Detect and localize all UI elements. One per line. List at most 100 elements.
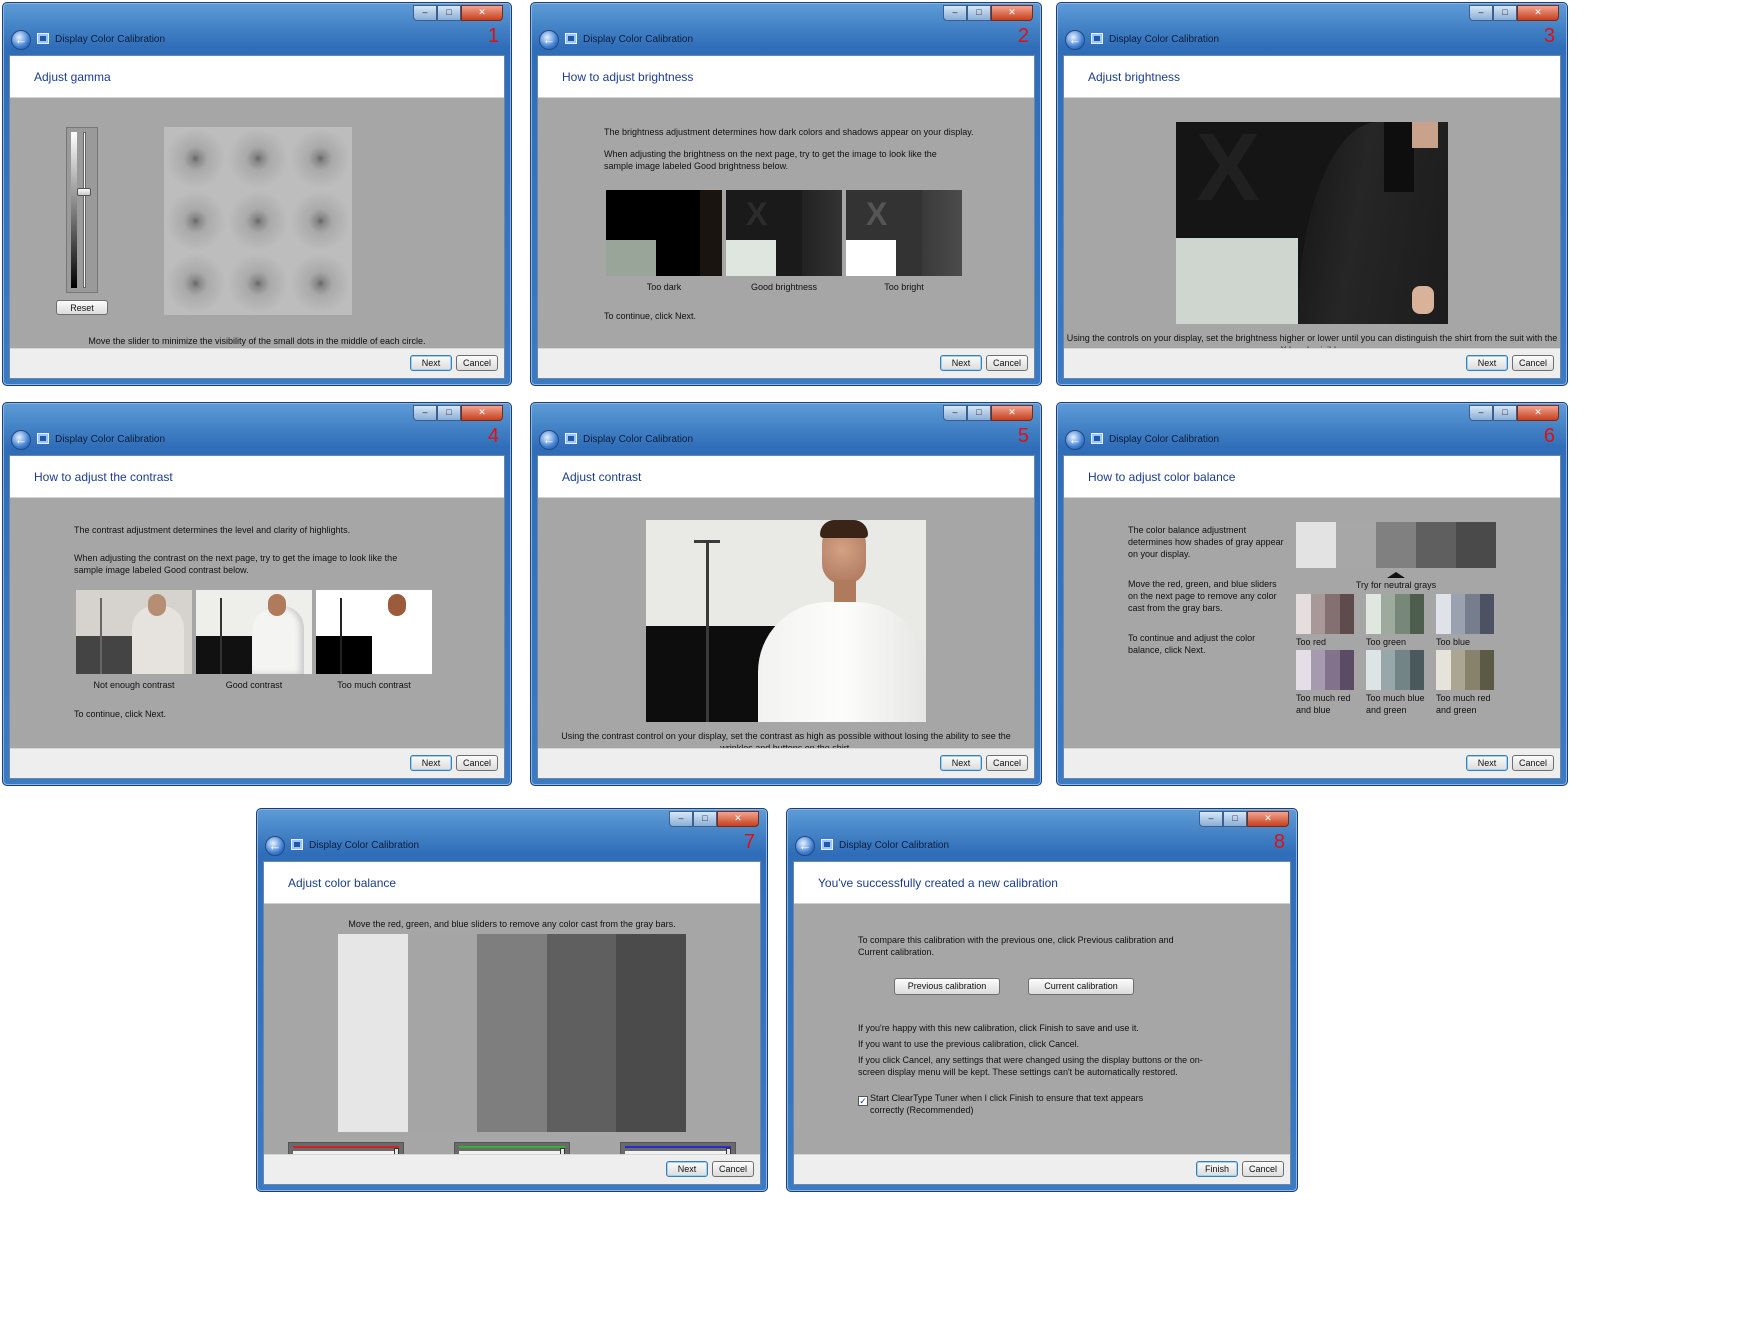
sample-face [268,594,286,616]
close-icon[interactable]: ✕ [991,405,1033,421]
image-neck [1412,122,1438,148]
back-arrow-icon[interactable]: ← [265,836,285,856]
image-pole-top [694,540,720,543]
swatch-too-blue [1436,594,1494,634]
swatch-caption: Too much red and green [1436,693,1491,715]
next-button[interactable]: Next [410,755,452,771]
maximize-icon[interactable]: □ [1493,405,1517,421]
sample-caption: Too dark [646,282,682,292]
window-title: Display Color Calibration [839,840,950,851]
minimize-icon[interactable]: – [1469,405,1493,421]
close-icon[interactable]: ✕ [717,811,759,827]
maximize-icon[interactable]: □ [1493,5,1517,21]
maximize-icon[interactable]: □ [967,5,991,21]
guidance-text: When adjusting the contrast on the next … [74,553,398,575]
image-shirt [1384,122,1414,192]
back-arrow-icon[interactable]: ← [539,430,559,450]
next-button[interactable]: Next [1466,755,1508,771]
sample-pole [340,598,342,674]
reset-button[interactable]: Reset [56,300,108,315]
close-icon[interactable]: ✕ [1517,5,1559,21]
current-calibration-button[interactable]: Current calibration [1028,978,1134,995]
gamma-dot-circle [164,252,227,315]
back-arrow-icon[interactable]: ← [1065,30,1085,50]
finish-button[interactable]: Finish [1196,1161,1238,1177]
sample-suit [700,190,722,276]
previous-calibration-button[interactable]: Previous calibration [894,978,1000,995]
swatch-too-green [1366,594,1424,634]
gamma-dot-circle [289,252,352,315]
minimize-icon[interactable]: – [1199,811,1223,827]
page-title: How to adjust brightness [562,70,694,84]
cancel-button[interactable]: Cancel [1242,1161,1284,1177]
minimize-icon[interactable]: – [669,811,693,827]
minimize-icon[interactable]: – [413,5,437,21]
footer: Next Cancel [264,1154,760,1184]
next-button[interactable]: Next [940,755,982,771]
cancel-button[interactable]: Cancel [1512,355,1554,371]
cancel-button[interactable]: Cancel [986,355,1028,371]
sample-too-much-contrast [316,590,432,674]
close-icon[interactable]: ✕ [991,5,1033,21]
maximize-icon[interactable]: □ [437,405,461,421]
image-pole [706,540,709,722]
step-number: 8 [1273,831,1285,853]
maximize-icon[interactable]: □ [693,811,717,827]
swatch-stripe [1450,650,1465,690]
cancel-button[interactable]: Cancel [986,755,1028,771]
next-button[interactable]: Next [666,1161,708,1177]
back-arrow-icon[interactable]: ← [11,430,31,450]
back-arrow-icon[interactable]: ← [795,836,815,856]
minimize-icon[interactable]: – [1469,5,1493,21]
maximize-icon[interactable]: □ [967,405,991,421]
next-button[interactable]: Next [410,355,452,371]
swatch-stripe [1296,594,1311,634]
next-button[interactable]: Next [940,355,982,371]
close-icon[interactable]: ✕ [1247,811,1289,827]
back-arrow-icon[interactable]: ← [539,30,559,50]
instruction-text: Move the red, green, and blue sliders to… [348,919,676,929]
title-bar: ← Display Color Calibration – □ ✕ 8 [787,809,1297,863]
sample-face [148,594,166,616]
intro-text: The contrast adjustment determines the l… [74,525,351,535]
close-icon[interactable]: ✕ [1517,405,1559,421]
close-icon[interactable]: ✕ [461,5,503,21]
footer: Finish Cancel [794,1154,1290,1184]
swatch-stripe [1436,594,1451,634]
swatch-stripe [1465,594,1480,634]
title-bar: ← Display Color Calibration – □ ✕ 2 [531,3,1041,57]
maximize-icon[interactable]: □ [437,5,461,21]
back-arrow-icon[interactable]: ← [1065,430,1085,450]
intro-text: The color balance adjustment determines … [1128,525,1284,559]
close-icon[interactable]: ✕ [461,405,503,421]
swatch-stripe [1310,594,1325,634]
swatch-too-much-red-and-blue [1296,650,1354,690]
gamma-dot-circle [289,189,352,253]
gamma-slider-thumb[interactable] [77,188,91,197]
cancel-button[interactable]: Cancel [1512,755,1554,771]
client-area: Adjust brightness X Using the controls o… [1063,55,1561,379]
cancel-button[interactable]: Cancel [456,755,498,771]
page-title: How to adjust color balance [1088,470,1236,484]
cancel-button[interactable]: Cancel [456,355,498,371]
minimize-icon[interactable]: – [943,5,967,21]
image-neck [834,580,856,602]
gray-bar [1296,522,1336,568]
back-arrow-icon[interactable]: ← [11,30,31,50]
maximize-icon[interactable]: □ [1223,811,1247,827]
image-shirt [758,602,926,722]
next-button[interactable]: Next [1466,355,1508,371]
sample-too-bright: X [846,190,962,276]
minimize-icon[interactable]: – [943,405,967,421]
gamma-slider[interactable] [66,127,98,293]
swatch-stripe [1409,650,1424,690]
display-calibration-icon [565,433,577,444]
minimize-icon[interactable]: – [413,405,437,421]
swatch-stripe [1395,650,1410,690]
cancel-hint-text: If you want to use the previous calibrat… [858,1039,1080,1049]
gray-bar [616,934,686,1132]
cancel-button[interactable]: Cancel [712,1161,754,1177]
cleartype-checkbox[interactable]: ✓ [858,1096,868,1106]
cleartype-label[interactable]: Start ClearType Tuner when I click Finis… [870,1092,1170,1116]
footer: Next Cancel [538,348,1034,378]
